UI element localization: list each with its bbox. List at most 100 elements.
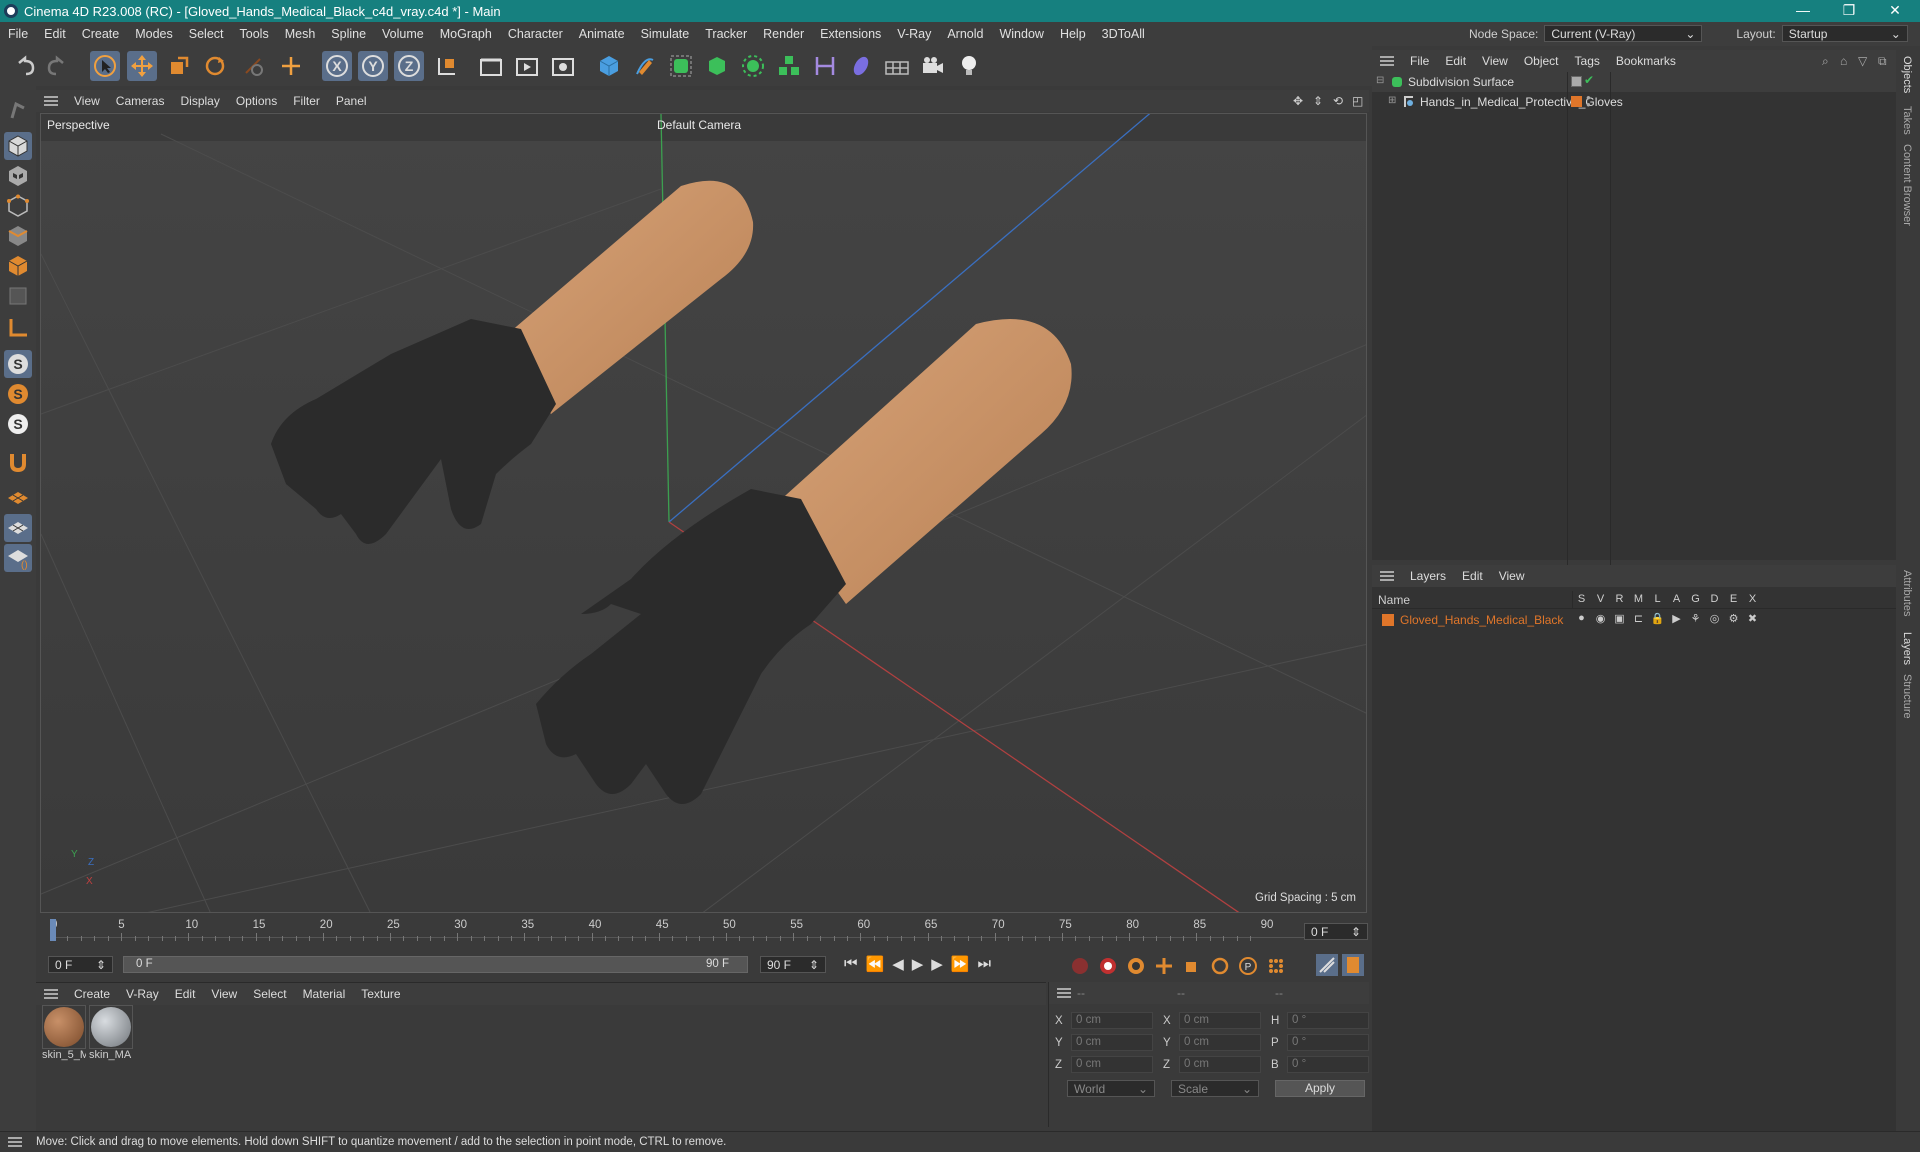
locked-workplane-button[interactable]: (): [4, 544, 32, 572]
subdivision-surface-button[interactable]: [666, 51, 696, 81]
move-tool-button[interactable]: [127, 51, 157, 81]
object-menu-tags[interactable]: Tags: [1567, 54, 1608, 68]
menu-3dtoall[interactable]: 3DToAll: [1094, 27, 1153, 41]
y-axis-lock-button[interactable]: Y: [358, 51, 388, 81]
redo-button[interactable]: [42, 51, 72, 81]
size-x-field[interactable]: 0 cm: [1179, 1012, 1261, 1029]
material-menu-edit[interactable]: Edit: [167, 987, 204, 1001]
menu-modes[interactable]: Modes: [127, 27, 181, 41]
menu-animate[interactable]: Animate: [571, 27, 633, 41]
size-z-field[interactable]: 0 cm: [1179, 1056, 1261, 1073]
grid-plane-button[interactable]: [4, 514, 32, 542]
menu-create[interactable]: Create: [74, 27, 128, 41]
home-icon[interactable]: ⌂: [1840, 54, 1847, 68]
object-menu-file[interactable]: File: [1402, 54, 1437, 68]
menu-tools[interactable]: Tools: [232, 27, 277, 41]
texture-mode-button[interactable]: [4, 162, 32, 190]
size-y-field[interactable]: 0 cm: [1179, 1034, 1261, 1051]
menu-extensions[interactable]: Extensions: [812, 27, 889, 41]
viewport-menu-icon[interactable]: [44, 96, 58, 106]
tab-objects[interactable]: Objects: [1901, 56, 1913, 93]
object-name[interactable]: Hands_in_Medical_Protective_Gloves: [1420, 95, 1623, 109]
layer-row[interactable]: Gloved_Hands_Medical_Black ● ◉ ▣ ⊏ 🔒 ▶ ⚘…: [1372, 610, 1896, 630]
tab-takes[interactable]: Takes: [1901, 106, 1913, 135]
key-scale-icon[interactable]: [1182, 956, 1202, 976]
next-key-icon[interactable]: ⏩: [951, 955, 970, 973]
points-mode-button[interactable]: [4, 192, 32, 220]
undo-button[interactable]: [10, 51, 40, 81]
next-frame-icon[interactable]: ▶: [931, 955, 943, 973]
object-name[interactable]: Subdivision Surface: [1408, 75, 1514, 89]
object-menu-edit[interactable]: Edit: [1437, 54, 1474, 68]
menu-help[interactable]: Help: [1052, 27, 1094, 41]
quantize-button[interactable]: S: [4, 410, 32, 438]
menu-window[interactable]: Window: [991, 27, 1051, 41]
start-frame-field[interactable]: 0 F ⇕: [48, 956, 113, 973]
field-button[interactable]: [846, 51, 876, 81]
menu-tracker[interactable]: Tracker: [697, 27, 755, 41]
record-disabled-icon[interactable]: [1070, 956, 1090, 976]
tab-layers[interactable]: Layers: [1901, 632, 1913, 665]
axis-mode-button[interactable]: [4, 314, 32, 342]
timeline-ruler[interactable]: 051015202530354045505560657075808590 0 F…: [36, 915, 1369, 951]
make-editable-button[interactable]: [4, 96, 32, 124]
expand-icon[interactable]: ⊞: [1388, 95, 1396, 106]
camera-label[interactable]: Default Camera: [657, 118, 741, 132]
minimize-button[interactable]: —: [1780, 0, 1826, 22]
search-icon[interactable]: ⌕: [1822, 54, 1829, 69]
coord-system-dropdown[interactable]: World ⌄: [1067, 1080, 1155, 1097]
viewport-menu-options[interactable]: Options: [228, 94, 285, 108]
coordinate-system-button[interactable]: [432, 51, 462, 81]
manager-tree-icon[interactable]: ⊏: [1629, 612, 1648, 625]
cube-button[interactable]: [594, 51, 624, 81]
expression-icon[interactable]: ⚙: [1724, 612, 1743, 625]
menu-edit[interactable]: Edit: [36, 27, 74, 41]
autokey-icon[interactable]: [1098, 956, 1118, 976]
menu-vray[interactable]: V-Ray: [889, 27, 939, 41]
light-button[interactable]: [954, 51, 984, 81]
menu-select[interactable]: Select: [181, 27, 232, 41]
key-pla-icon[interactable]: [1266, 956, 1286, 976]
uv-mode-button[interactable]: [4, 282, 32, 310]
material-menu-material[interactable]: Material: [295, 987, 354, 1001]
layer-color-swatch[interactable]: [1571, 76, 1582, 87]
timeline-film-icon[interactable]: [1342, 954, 1364, 976]
layout-dropdown[interactable]: Startup ⌄: [1781, 25, 1908, 42]
playhead[interactable]: [50, 919, 56, 941]
viewport-menu-view[interactable]: View: [66, 94, 108, 108]
object-menu-object[interactable]: Object: [1516, 54, 1567, 68]
live-selection-button[interactable]: [90, 51, 120, 81]
object-menu-view[interactable]: View: [1474, 54, 1516, 68]
object-menu-bookmarks[interactable]: Bookmarks: [1608, 54, 1684, 68]
new-window-icon[interactable]: ⧉: [1878, 54, 1887, 69]
key-parameter-icon[interactable]: P: [1238, 956, 1258, 976]
menu-mograph[interactable]: MoGraph: [432, 27, 500, 41]
layer-menu-edit[interactable]: Edit: [1454, 569, 1491, 583]
pos-y-field[interactable]: 0 cm: [1071, 1034, 1153, 1051]
scale-mode-dropdown[interactable]: Scale ⌄: [1171, 1080, 1259, 1097]
coords-menu-icon[interactable]: [1057, 988, 1071, 998]
menu-character[interactable]: Character: [500, 27, 571, 41]
z-axis-lock-button[interactable]: Z: [394, 51, 424, 81]
visibility-dots-icon[interactable]: ● ●: [1586, 94, 1591, 109]
deformer-button[interactable]: [810, 51, 840, 81]
floor-button[interactable]: [882, 51, 912, 81]
eye-icon[interactable]: ◉: [1591, 612, 1610, 625]
camera-button[interactable]: [918, 51, 948, 81]
tree-row-hands[interactable]: ⊞ Hands_in_Medical_Protective_Gloves ● ●: [1372, 92, 1896, 112]
viewport-pan-icon[interactable]: ✥: [1293, 94, 1303, 108]
pen-spline-button[interactable]: [630, 51, 660, 81]
material-menu-select[interactable]: Select: [245, 987, 294, 1001]
menu-volume[interactable]: Volume: [374, 27, 432, 41]
material-menu-icon[interactable]: [44, 989, 58, 999]
rotate-tool-button[interactable]: [200, 51, 230, 81]
preview-range-slider[interactable]: 0 F 90 F: [123, 956, 748, 973]
previous-key-icon[interactable]: ⏪: [866, 955, 885, 973]
render-clapper-icon[interactable]: ▣: [1610, 612, 1629, 625]
recent-tool-button[interactable]: [238, 51, 268, 81]
current-frame-field[interactable]: 0 F ⇕: [1304, 923, 1368, 940]
render-view-button[interactable]: [476, 51, 506, 81]
material-menu-create[interactable]: Create: [66, 987, 118, 1001]
workplane-button[interactable]: [4, 484, 32, 512]
layer-menu-icon[interactable]: [1380, 571, 1394, 581]
